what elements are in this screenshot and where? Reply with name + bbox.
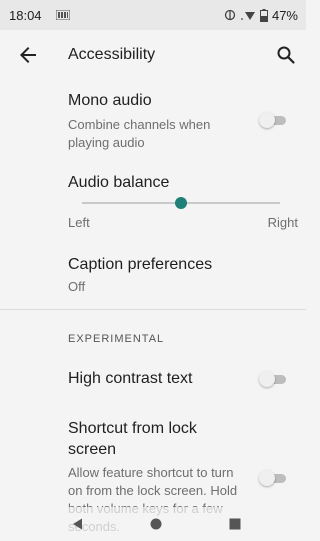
toggle-thumb [259,470,275,486]
search-icon[interactable] [274,43,298,67]
notification-icon [55,10,70,20]
setting-mono-audio[interactable]: Mono audio Combine channels when playing… [0,80,306,164]
setting-high-contrast-text[interactable]: High contrast text [0,356,306,404]
caption-preferences-summary: Off [68,279,86,294]
navigation-bar [0,507,306,541]
data-saver-icon [224,9,236,21]
nav-recents-square-icon[interactable] [229,518,241,530]
wifi-icon [241,12,255,20]
status-bar: 18:04 47% [0,0,306,30]
high-contrast-text-title: High contrast text [68,370,193,387]
shortcut-lock-screen-title: Shortcut from lock screen [68,420,197,458]
page-title: Accessibility [68,46,156,63]
audio-balance-slider[interactable] [68,196,294,210]
arrow-back-icon[interactable] [16,43,40,67]
setting-caption-preferences[interactable]: Caption preferences Off [0,238,306,308]
audio-balance-left-label: Left [68,215,90,230]
shortcut-lock-screen-toggle[interactable] [259,470,289,486]
status-right: 47% [224,8,298,23]
slider-thumb[interactable] [175,197,187,209]
high-contrast-text-toggle[interactable] [259,371,289,387]
audio-balance-right-label: Right [267,215,298,230]
nav-back-triangle-icon[interactable] [72,518,84,530]
battery-icon [259,8,268,22]
toggle-thumb [259,371,275,387]
status-time: 18:04 [9,7,42,23]
mono-audio-toggle[interactable] [259,112,289,128]
caption-preferences-title: Caption preferences [68,256,213,273]
mono-audio-summary: Combine channels when playing audio [68,117,211,150]
toggle-thumb [259,112,275,128]
battery-percent: 47% [271,7,298,23]
audio-balance-title: Audio balance [68,174,170,191]
section-divider [0,309,306,310]
app-bar: Accessibility [0,30,306,80]
experimental-header: EXPERIMENTAL [68,333,165,345]
status-left: 18:04 [9,8,70,23]
nav-home-circle-icon[interactable] [150,518,162,530]
mono-audio-title: Mono audio [68,92,152,109]
